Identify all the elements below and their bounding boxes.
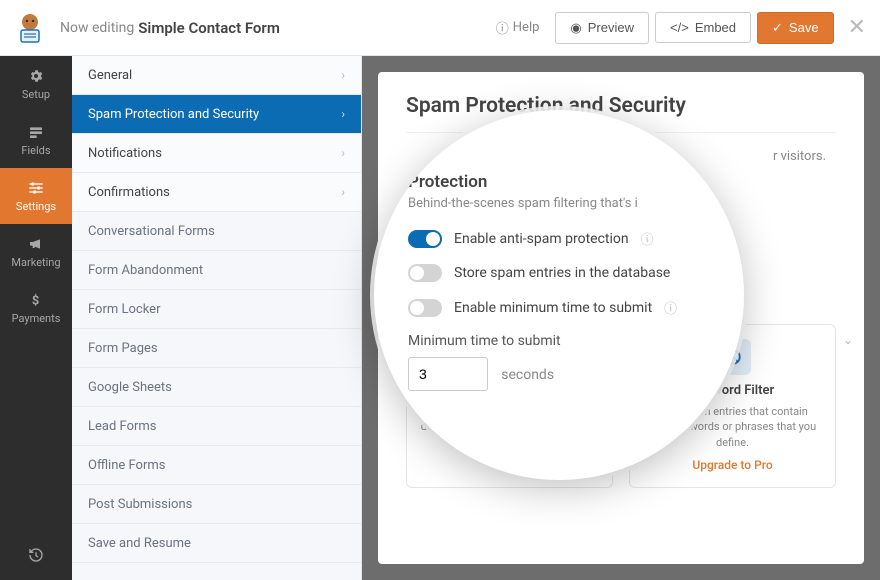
sidebar-item-label: Conversational Forms [88,224,215,239]
sidebar-item-label: Lead Forms [88,419,157,434]
sidebar-item-offline[interactable]: Offline Forms [72,446,361,485]
help-icon[interactable]: ⓘ [664,298,677,317]
sidebar-item-notifications[interactable]: Notifications › [72,134,361,173]
toggle-min-time: Enable minimum time to submit ⓘ [408,298,710,317]
dollar-icon: $ [27,291,45,309]
rail-label: Payments [12,312,61,325]
rail-fields[interactable]: Fields [0,112,72,168]
rail-settings[interactable]: Settings [0,168,72,224]
history-icon [28,547,44,567]
sidebar-item-gsheets[interactable]: Google Sheets [72,368,361,407]
min-time-unit: seconds [501,367,554,383]
chevron-down-icon[interactable]: ⌄ [843,333,853,347]
sidebar-item-abandonment[interactable]: Form Abandonment [72,251,361,290]
eye-icon: ◉ [570,20,581,36]
chevron-right-icon: › [341,146,345,160]
close-icon[interactable]: ✕ [848,15,866,40]
sidebar-item-label: Google Sheets [88,380,172,395]
sidebar-item-conversational[interactable]: Conversational Forms [72,212,361,251]
sidebar-item-saveresume[interactable]: Save and Resume [72,524,361,563]
help-link[interactable]: ⓘ Help [496,18,540,37]
sidebar-item-leadforms[interactable]: Lead Forms [72,407,361,446]
toggle-label: Enable minimum time to submit [454,300,652,316]
topbar: Now editing Simple Contact Form ⓘ Help ◉… [0,0,880,56]
megaphone-icon [27,235,45,253]
sidebar-item-label: Confirmations [88,185,170,200]
chevron-right-icon: › [341,185,345,199]
protection-subtext: Behind-the-scenes spam filtering that's … [408,196,710,211]
gear-icon [27,67,45,85]
sidebar-item-general[interactable]: General › [72,56,361,95]
code-icon: </> [670,20,689,35]
sidebar-item-confirmations[interactable]: Confirmations › [72,173,361,212]
sidebar-item-label: Form Locker [88,302,160,317]
rail-label: Fields [21,144,50,157]
sidebar-item-spam[interactable]: Spam Protection and Security › [72,95,361,134]
sidebar-item-locker[interactable]: Form Locker [72,290,361,329]
sidebar-item-label: Spam Protection and Security [88,107,259,122]
toggle-switch[interactable] [408,264,442,282]
min-time-label: Minimum time to submit [408,333,710,349]
sidebar-item-label: Notifications [88,146,162,161]
preview-button[interactable]: ◉ Preview [555,12,649,44]
editing-prefix: Now editing [60,20,134,36]
save-button[interactable]: ✓ Save [757,12,834,44]
help-icon[interactable]: ⓘ [641,229,654,248]
min-time-field: Minimum time to submit seconds [408,333,710,391]
rail-marketing[interactable]: Marketing [0,224,72,280]
zoom-lens: Protection Behind-the-scenes spam filter… [374,110,744,480]
svg-text:$: $ [32,294,39,307]
toggle-label: Store spam entries in the database [454,265,670,281]
form-icon [27,123,45,141]
embed-label: Embed [695,20,736,35]
sidebar-item-label: Save and Resume [88,536,191,551]
min-time-input[interactable] [408,357,488,391]
toggle-switch[interactable] [408,299,442,317]
upgrade-link[interactable]: Upgrade to Pro [692,458,772,472]
toggle-label: Enable anti-spam protection [454,231,629,247]
help-label: Help [513,20,540,35]
form-name: Simple Contact Form [138,19,280,37]
sidebar-item-label: Offline Forms [88,458,165,473]
rail-history[interactable] [0,534,72,580]
preview-label: Preview [588,20,634,35]
check-icon: ✓ [772,20,783,36]
help-icon: ⓘ [496,18,509,37]
toggle-store-spam: Store spam entries in the database [408,264,710,282]
embed-button[interactable]: </> Embed [655,12,751,43]
rail-setup[interactable]: Setup [0,56,72,112]
sidebar-item-pages[interactable]: Form Pages [72,329,361,368]
rail-label: Settings [16,200,56,213]
sidebar-item-label: General [88,68,132,83]
save-label: Save [789,20,819,35]
left-rail: Setup Fields Settings Marketing $ Paymen… [0,56,72,580]
sidebar-item-label: Form Pages [88,341,158,356]
sidebar-item-label: Post Submissions [88,497,192,512]
app-logo [14,12,46,44]
toggle-antispam: Enable anti-spam protection ⓘ [408,229,710,248]
sliders-icon [27,179,45,197]
chevron-right-icon: › [341,68,345,82]
sidebar-item-label: Form Abandonment [88,263,203,278]
toggle-switch[interactable] [408,230,442,248]
settings-sidebar: General › Spam Protection and Security › N… [72,56,362,580]
rail-payments[interactable]: $ Payments [0,280,72,336]
rail-label: Marketing [11,256,60,269]
rail-label: Setup [22,88,50,101]
protection-heading: Protection [408,172,710,192]
chevron-right-icon: › [341,107,345,121]
sidebar-item-postsub[interactable]: Post Submissions [72,485,361,524]
page-title: Spam Protection and Security [406,94,836,118]
